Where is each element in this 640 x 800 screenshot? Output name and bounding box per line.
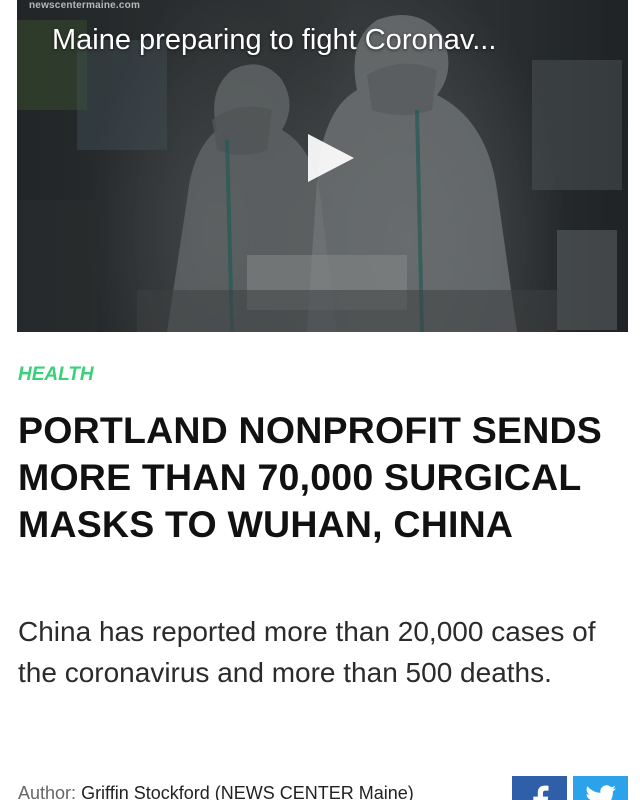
author-link[interactable]: Griffin Stockford (NEWS CENTER Maine) [81, 783, 414, 800]
category-label[interactable]: HEALTH [18, 364, 94, 386]
byline: Author: Griffin Stockford (NEWS CENTER M… [18, 783, 414, 800]
author-label: Author: [18, 783, 77, 800]
article-headline: PORTLAND NONPROFIT SENDS MORE THAN 70,00… [18, 409, 602, 545]
video-player[interactable]: newscentermaine.com Maine preparing to f… [17, 0, 628, 332]
video-title: Maine preparing to fight Coronav... [52, 24, 497, 56]
facebook-icon [532, 785, 548, 800]
play-icon [308, 134, 354, 182]
twitter-share-button[interactable] [573, 776, 628, 800]
article-summary: China has reported more than 20,000 case… [18, 616, 596, 688]
facebook-share-button[interactable] [512, 776, 567, 800]
video-source-watermark: newscentermaine.com [29, 0, 141, 11]
play-button[interactable] [302, 130, 358, 186]
twitter-icon [586, 785, 616, 800]
